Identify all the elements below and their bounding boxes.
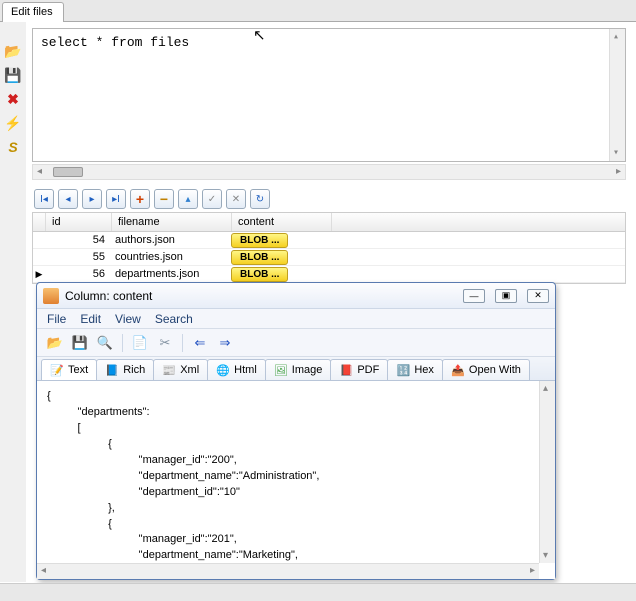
- record-navigator: I◂ ◂ ▸ ▸I + − ▴ ✓ ✕ ↻: [32, 186, 626, 212]
- tab-edit-files[interactable]: Edit files: [2, 2, 64, 22]
- tool-forward-icon[interactable]: ⇒: [215, 333, 235, 353]
- dialog-icon: [43, 288, 59, 304]
- menu-view[interactable]: View: [115, 312, 141, 326]
- save-icon[interactable]: 💾: [4, 66, 22, 84]
- results-grid: id filename content 54authors.jsonBLOB .…: [32, 212, 626, 284]
- tool-save-icon[interactable]: 💾: [70, 333, 90, 353]
- dialog-titlebar[interactable]: Column: content — ▣ ✕: [37, 283, 555, 309]
- cell-filename[interactable]: departments.json: [111, 268, 231, 280]
- nav-remove-button[interactable]: −: [154, 189, 174, 209]
- tab-text[interactable]: 📝Text: [41, 359, 97, 380]
- close-button[interactable]: ✕: [527, 289, 549, 303]
- tool-copy-icon[interactable]: 📄: [130, 333, 150, 353]
- xml-icon: 📰: [162, 363, 176, 377]
- content-viewer[interactable]: { "departments": [ { "manager_id":"200",…: [37, 381, 555, 579]
- col-filename[interactable]: filename: [112, 213, 232, 231]
- tool-open-icon[interactable]: 📂: [45, 333, 65, 353]
- maximize-button[interactable]: ▣: [495, 289, 517, 303]
- openwith-icon: 📤: [451, 363, 465, 377]
- dialog-toolbar: 📂 💾 🔍 📄 ✂ ⇐ ⇒: [37, 329, 555, 357]
- nav-add-button[interactable]: +: [130, 189, 150, 209]
- tab-label: Edit files: [11, 6, 53, 18]
- tab-xml[interactable]: 📰Xml: [153, 359, 208, 380]
- dialog-title: Column: content: [65, 289, 463, 303]
- blob-button[interactable]: BLOB ...: [231, 250, 288, 265]
- col-content[interactable]: content: [232, 213, 332, 231]
- table-row[interactable]: 55countries.jsonBLOB ...: [33, 249, 625, 266]
- grid-header: id filename content: [33, 213, 625, 232]
- column-content-dialog: Column: content — ▣ ✕ File Edit View Sea…: [36, 282, 556, 580]
- view-tabs: 📝Text 📘Rich 📰Xml 🌐Html 🖼Image 📕PDF 🔢Hex …: [37, 357, 555, 381]
- nav-cancel-button[interactable]: ✕: [226, 189, 246, 209]
- minimize-button[interactable]: —: [463, 289, 485, 303]
- cell-content: BLOB ...: [231, 233, 331, 248]
- status-bar: [0, 583, 636, 601]
- cell-id[interactable]: 54: [45, 234, 111, 246]
- menu-edit[interactable]: Edit: [80, 312, 101, 326]
- hex-icon: 🔢: [396, 363, 410, 377]
- dialog-menubar: File Edit View Search: [37, 309, 555, 329]
- menu-search[interactable]: Search: [155, 312, 193, 326]
- execute-icon[interactable]: ⚡: [4, 114, 22, 132]
- cell-filename[interactable]: countries.json: [111, 251, 231, 263]
- open-icon[interactable]: 📂: [4, 42, 22, 60]
- sql-scroll-vertical[interactable]: [609, 29, 625, 161]
- tab-openwith[interactable]: 📤Open With: [442, 359, 530, 380]
- tool-back-icon[interactable]: ⇐: [190, 333, 210, 353]
- nav-last-button[interactable]: ▸I: [106, 189, 126, 209]
- content-text: { "departments": [ { "manager_id":"200",…: [47, 389, 545, 579]
- cell-content: BLOB ...: [231, 250, 331, 265]
- delete-icon[interactable]: ✖: [4, 90, 22, 108]
- blob-button[interactable]: BLOB ...: [231, 267, 288, 282]
- script-icon[interactable]: S: [4, 138, 22, 156]
- pdf-icon: 📕: [339, 363, 353, 377]
- col-id[interactable]: id: [46, 213, 112, 231]
- cell-id[interactable]: 56: [45, 268, 111, 280]
- tab-strip: Edit files: [0, 0, 636, 22]
- tab-hex[interactable]: 🔢Hex: [387, 359, 443, 380]
- menu-file[interactable]: File: [47, 312, 66, 326]
- tool-cut-icon[interactable]: ✂: [155, 333, 175, 353]
- table-row[interactable]: 54authors.jsonBLOB ...: [33, 232, 625, 249]
- table-row[interactable]: 56departments.jsonBLOB ...: [33, 266, 625, 283]
- nav-edit-button[interactable]: ▴: [178, 189, 198, 209]
- nav-commit-button[interactable]: ✓: [202, 189, 222, 209]
- nav-next-button[interactable]: ▸: [82, 189, 102, 209]
- content-scroll-horizontal[interactable]: [37, 563, 539, 579]
- cell-id[interactable]: 55: [45, 251, 111, 263]
- content-scroll-vertical[interactable]: [539, 381, 555, 563]
- sql-text: select * from files: [41, 35, 189, 50]
- rich-icon: 📘: [105, 363, 119, 377]
- text-icon: 📝: [50, 363, 64, 377]
- blob-button[interactable]: BLOB ...: [231, 233, 288, 248]
- row-marker: [33, 269, 45, 280]
- tab-image[interactable]: 🖼Image: [265, 359, 332, 380]
- cell-content: BLOB ...: [231, 267, 331, 282]
- tab-html[interactable]: 🌐Html: [207, 359, 266, 380]
- tab-pdf[interactable]: 📕PDF: [330, 359, 388, 380]
- image-icon: 🖼: [274, 363, 288, 377]
- nav-refresh-button[interactable]: ↻: [250, 189, 270, 209]
- sql-editor[interactable]: select * from files: [32, 28, 626, 162]
- left-toolbar: 📂 💾 ✖ ⚡ S: [0, 22, 26, 582]
- html-icon: 🌐: [216, 363, 230, 377]
- nav-prev-button[interactable]: ◂: [58, 189, 78, 209]
- tab-rich[interactable]: 📘Rich: [96, 359, 154, 380]
- nav-first-button[interactable]: I◂: [34, 189, 54, 209]
- cell-filename[interactable]: authors.json: [111, 234, 231, 246]
- tool-search-icon[interactable]: 🔍: [95, 333, 115, 353]
- sql-scroll-horizontal[interactable]: [32, 164, 626, 180]
